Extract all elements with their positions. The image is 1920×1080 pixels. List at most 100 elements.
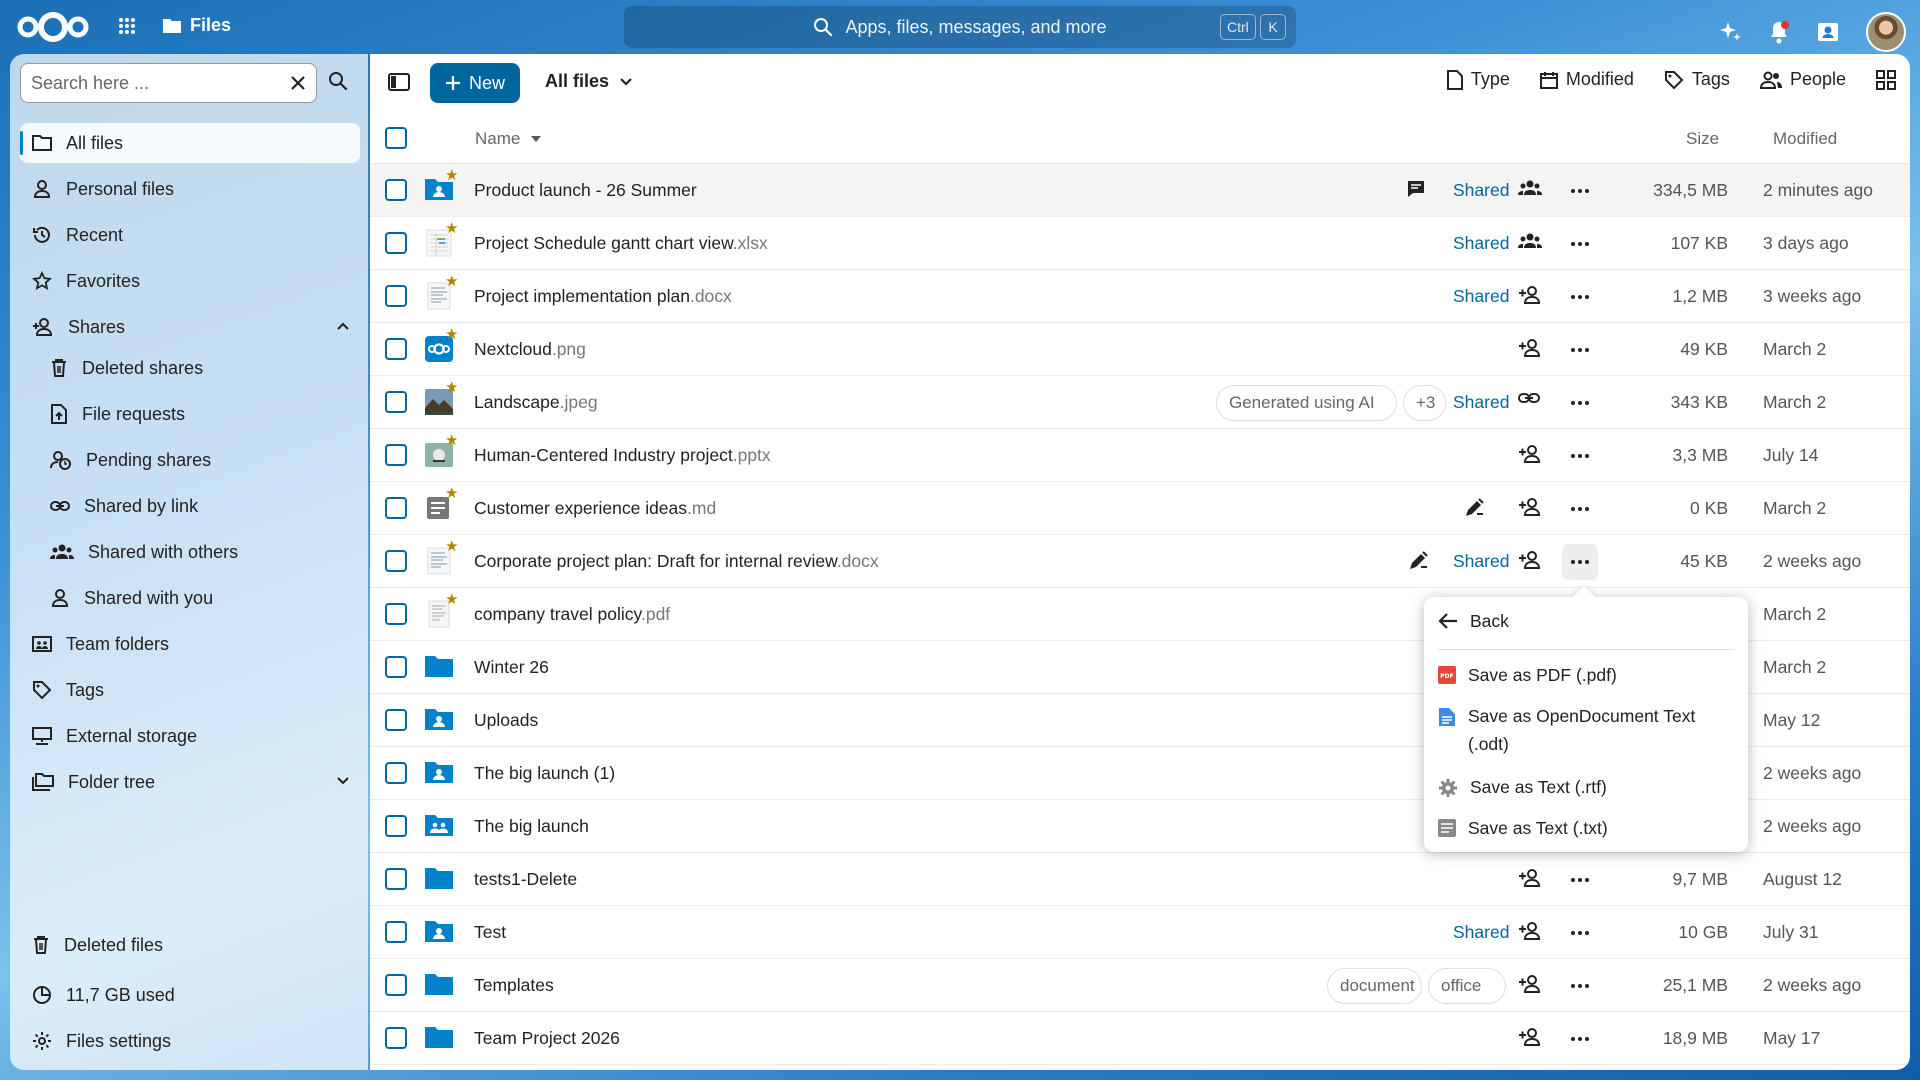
sidebar-item-folder-tree[interactable]: Folder tree [20,762,360,802]
filter-modified-button[interactable]: Modified [1539,69,1634,90]
more-actions-icon[interactable] [1562,496,1598,522]
assistant-sparkle-icon[interactable] [1718,20,1742,44]
sidebar-item-recent[interactable]: Recent [20,215,360,255]
add-share-icon[interactable] [1518,338,1542,358]
file-name[interactable]: Uploads [474,710,538,731]
table-row[interactable]: ★ Human-Centered Industry project.pptx 3,3… [370,429,1910,482]
sidebar-search-field[interactable]: Search here ... [20,63,317,103]
sidebar-search-button-icon[interactable] [328,71,348,91]
tag-chip[interactable]: office [1428,968,1506,1004]
chevron-up-icon[interactable] [336,319,350,333]
row-checkbox[interactable] [385,444,407,466]
more-actions-icon[interactable] [1562,178,1598,204]
sidebar-item-external-storage[interactable]: External storage [20,716,360,756]
sidebar-item-deleted-shares[interactable]: Deleted shares [20,348,360,388]
more-actions-icon[interactable] [1562,443,1598,469]
sidebar-item-personal-files[interactable]: Personal files [20,169,360,209]
row-checkbox[interactable] [385,285,407,307]
file-name[interactable]: tests1-Delete [474,869,577,890]
row-checkbox[interactable] [385,868,407,890]
add-share-icon[interactable] [1518,868,1542,888]
sidebar-item-shared-by-link[interactable]: Shared by link [20,486,360,526]
sidebar-item-shares[interactable]: Shares [20,307,360,347]
new-button[interactable]: New [430,63,520,103]
row-checkbox[interactable] [385,656,407,678]
file-name[interactable]: The big launch (1) [474,763,615,784]
more-actions-icon[interactable] [1562,1026,1598,1052]
sidebar-item-file-requests[interactable]: File requests [20,394,360,434]
file-name[interactable]: Landscape.jpeg [474,392,598,413]
sidebar-item-shared-with-others[interactable]: Shared with others [20,532,360,572]
shared-status-label[interactable]: Shared [1453,180,1509,201]
row-checkbox[interactable] [385,232,407,254]
file-name[interactable]: Nextcloud.png [474,339,586,360]
more-actions-icon[interactable] [1562,867,1598,893]
file-name[interactable]: Test [474,922,506,943]
file-name[interactable]: The big launch [474,816,589,837]
row-checkbox[interactable] [385,550,407,572]
more-actions-icon[interactable] [1562,231,1598,257]
column-header-size[interactable]: Size [1686,129,1719,149]
contacts-icon[interactable] [1816,20,1840,44]
tag-chip[interactable]: document [1327,968,1422,1004]
toggle-sidebar-icon[interactable] [388,72,410,92]
file-name[interactable]: Product launch - 26 Summer [474,180,697,201]
comment-icon[interactable] [1406,179,1426,199]
add-share-icon[interactable] [1518,444,1542,464]
chevron-down-icon[interactable] [336,774,350,788]
row-checkbox[interactable] [385,391,407,413]
file-name[interactable]: Corporate project plan: Draft for intern… [474,551,879,572]
row-checkbox[interactable] [385,815,407,837]
table-row[interactable]: ★ Nextcloud.png 49 KB March 2 [370,323,1910,376]
more-actions-icon[interactable] [1562,920,1598,946]
file-name[interactable]: Winter 26 [474,657,549,678]
menu-item-save-as-txt[interactable]: Save as Text (.txt) [1438,814,1728,842]
column-header-modified[interactable]: Modified [1773,129,1837,149]
file-name[interactable]: Templates [474,975,554,996]
more-actions-icon[interactable] [1562,284,1598,310]
more-actions-icon[interactable] [1562,337,1598,363]
file-name[interactable]: Project Schedule gantt chart view.xlsx [474,233,768,254]
more-actions-icon[interactable] [1562,390,1598,416]
filter-type-button[interactable]: Type [1446,69,1510,90]
sidebar-item-files-settings[interactable]: Files settings [20,1021,360,1061]
add-share-icon[interactable] [1518,497,1542,517]
grid-view-toggle-icon[interactable] [1876,69,1896,90]
user-avatar[interactable] [1866,12,1906,52]
shared-status-label[interactable]: Shared [1453,392,1509,413]
file-name[interactable]: Customer experience ideas.md [474,498,716,519]
breadcrumb[interactable]: All files [545,71,633,92]
table-row[interactable]: ★ Project implementation plan.docx Shared 1… [370,270,1910,323]
sidebar-item-team-folders[interactable]: Team folders [20,624,360,664]
file-name[interactable]: company travel policy.pdf [474,604,670,625]
table-row[interactable]: ★ Landscape.jpeg +3 Generated using AI Share… [370,376,1910,429]
table-row[interactable]: ★ Corporate project plan: Draft for inter… [370,535,1910,588]
menu-item-save-as-pdf[interactable]: PDF Save as PDF (.pdf) [1438,661,1728,689]
add-share-icon[interactable] [1518,921,1542,941]
link-icon[interactable] [1518,391,1540,405]
app-menu-grid-icon[interactable] [118,17,136,35]
sidebar-item-tags[interactable]: Tags [20,670,360,710]
row-checkbox[interactable] [385,497,407,519]
filter-people-button[interactable]: People [1759,69,1846,90]
menu-item-save-as-odt[interactable]: Save as OpenDocument Text (.odt) [1438,702,1728,758]
add-share-icon[interactable] [1518,1027,1542,1047]
row-checkbox[interactable] [385,762,407,784]
column-header-name[interactable]: Name [475,129,542,149]
shared-status-label[interactable]: Shared [1453,286,1509,307]
file-name[interactable]: Human-Centered Industry project.pptx [474,445,771,466]
add-share-icon[interactable] [1518,550,1542,570]
row-checkbox[interactable] [385,338,407,360]
table-row[interactable]: ★ Customer experience ideas.md 0 KB March 2 [370,482,1910,535]
menu-item-save-as-rtf[interactable]: Save as Text (.rtf) [1438,773,1728,801]
filter-tags-button[interactable]: Tags [1664,69,1730,90]
nextcloud-logo-icon[interactable] [14,9,92,45]
sidebar-item-shared-with-you[interactable]: Shared with you [20,578,360,618]
row-checkbox[interactable] [385,179,407,201]
select-all-checkbox[interactable] [385,127,407,149]
table-row[interactable]: Templates office document 25,1 MB 2 weeks ag… [370,959,1910,1012]
row-checkbox[interactable] [385,1027,407,1049]
sidebar-item-pending-shares[interactable]: Pending shares [20,440,360,480]
add-share-icon[interactable] [1518,285,1542,305]
row-checkbox[interactable] [385,709,407,731]
